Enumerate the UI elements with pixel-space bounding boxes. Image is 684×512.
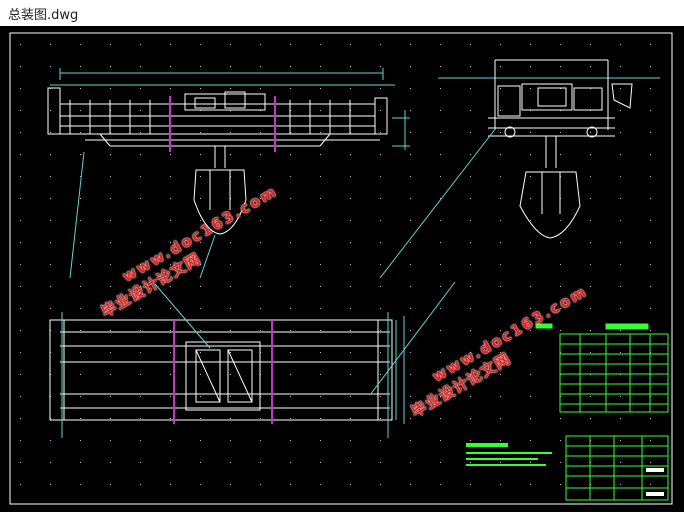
technical-notes bbox=[466, 443, 552, 466]
window-title: 总装图.dwg bbox=[8, 8, 79, 23]
title-block bbox=[565, 435, 669, 501]
drawing-canvas[interactable]: www.doc163.com 毕业设计论文网 www.doc163.com 毕业… bbox=[0, 26, 684, 512]
window-titlebar: 总装图.dwg bbox=[0, 0, 684, 26]
cad-drawing bbox=[9, 32, 673, 505]
side-elevation-view bbox=[379, 59, 660, 279]
